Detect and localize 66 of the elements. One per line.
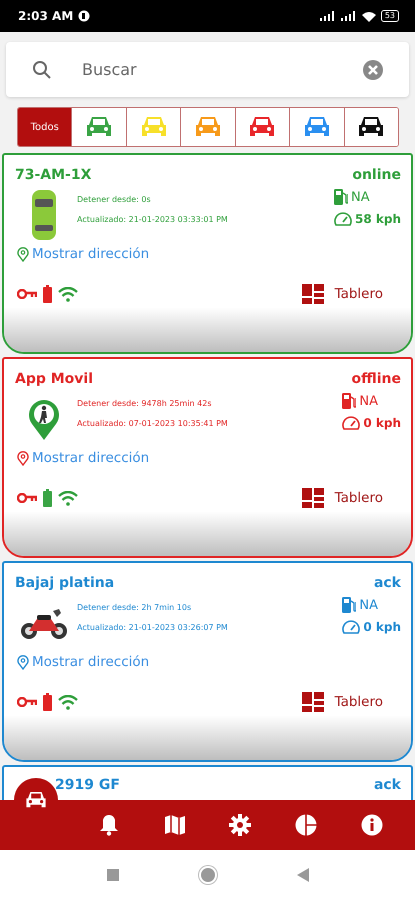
wifi-icon (58, 490, 78, 506)
fuel-level: NA (359, 394, 378, 408)
filter-tab[interactable] (344, 108, 398, 146)
fuel-icon (334, 189, 348, 205)
vehicle-status: ack (374, 777, 401, 793)
wifi-icon (58, 694, 78, 710)
location-pin-icon (17, 654, 29, 670)
speed-reading: 58 kph (355, 212, 401, 226)
speed-reading: 0 kph (363, 416, 401, 430)
dashboard-icon (302, 488, 324, 508)
vehicle-name: 73-AM-1X (15, 167, 92, 183)
dashboard-icon (302, 284, 324, 304)
stopped-since: Detener desde: 0s (77, 195, 152, 204)
fuel-icon (342, 597, 356, 613)
dashboard-button[interactable]: Tablero (302, 488, 401, 508)
location-pin-icon (17, 246, 29, 262)
vehicle-card[interactable]: 73-AM-1X online Detener desde: 0s Actualizado: 21-01-2023 03:33:01 PM NA 58 kph Mostrar dirección Tablero (2, 153, 413, 354)
location-pin-icon (17, 450, 29, 466)
pie-chart-icon (295, 814, 318, 836)
key-icon (17, 697, 37, 707)
speedometer-icon (342, 619, 360, 634)
bell-icon (98, 814, 119, 836)
filter-tab[interactable]: Todos (18, 108, 72, 146)
signal-icon (340, 11, 357, 21)
search-field[interactable]: Buscar (80, 59, 335, 80)
home-button[interactable] (200, 868, 214, 882)
wifi-icon (58, 286, 78, 302)
dashboard-icon (302, 692, 324, 712)
search-icon (32, 60, 52, 80)
vehicle-name: Bajaj platina (15, 575, 114, 591)
vehicle-card[interactable]: Bajaj platina ack Detener desde: 2h 7min 10s Actualizado: 21-01-2023 03:26:07 PM NA 0 kph Mostrar dirección Tablero (2, 561, 413, 762)
fuel-level: NA (359, 598, 378, 612)
car-icon (24, 790, 48, 810)
recents-button[interactable] (106, 869, 118, 881)
speedometer-icon (342, 415, 360, 430)
updated-time: Actualizado: 21-01-2023 03:33:01 PM (77, 215, 229, 224)
wifi-icon (362, 10, 376, 22)
vehicle-name: App Movil (15, 371, 94, 387)
fuel-icon (342, 393, 356, 409)
vehicle-card[interactable]: App Movil offline Detener desde: 9478h 25min 42s Actualizado: 07-01-2023 10:35:41 PM NA 0 kph Mostrar dirección Tablero (2, 357, 413, 558)
dashboard-button[interactable]: Tablero (302, 692, 401, 712)
signal-icon (320, 11, 336, 21)
car-top-icon (31, 189, 57, 241)
stopped-since: Detener desde: 2h 7min 10s (77, 603, 192, 612)
key-icon (17, 289, 37, 299)
notification-icon (78, 10, 90, 22)
stopped-since: Detener desde: 9478h 25min 42s (77, 399, 212, 408)
key-icon (17, 493, 37, 503)
fuel-level: NA (351, 190, 370, 204)
info-icon (361, 814, 384, 836)
vehicle-status: online (352, 167, 401, 183)
vehicle-status: ack (374, 575, 401, 591)
status-time: 2:03 AM (18, 9, 74, 23)
battery-indicator: 53 (380, 10, 399, 22)
clear-icon[interactable] (363, 60, 383, 80)
vehicle-status: offline (351, 371, 401, 387)
speed-reading: 0 kph (363, 620, 401, 634)
updated-time: Actualizado: 21-01-2023 03:26:07 PM (77, 623, 229, 632)
map-icon (164, 814, 185, 836)
vehicle-name: 2919 GF (54, 777, 120, 793)
speedometer-icon (334, 211, 352, 226)
dashboard-button[interactable]: Tablero (302, 284, 401, 304)
person-pin-icon (28, 398, 60, 440)
vehicle-card[interactable]: 2919 GF ack (2, 765, 413, 800)
updated-time: Actualizado: 07-01-2023 10:35:41 PM (77, 419, 229, 428)
back-button[interactable] (296, 868, 308, 882)
